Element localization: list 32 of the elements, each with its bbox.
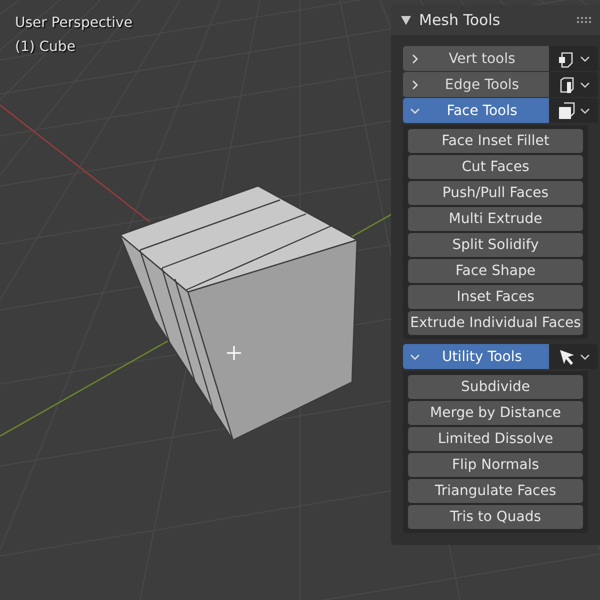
tool-button[interactable]: Inset Faces: [408, 285, 583, 309]
dropdown-caret-icon[interactable]: [580, 106, 590, 114]
tool-button[interactable]: Face Shape: [408, 259, 583, 283]
dropdown-caret-icon[interactable]: [580, 54, 590, 62]
dropdown-caret-icon[interactable]: [580, 352, 590, 360]
edge-select-icon[interactable]: [558, 76, 576, 94]
tool-button[interactable]: Face Inset Fillet: [408, 129, 583, 153]
tool-button[interactable]: Limited Dissolve: [408, 427, 583, 451]
tool-button[interactable]: Split Solidify: [408, 233, 583, 257]
tool-button[interactable]: Cut Faces: [408, 155, 583, 179]
tool-button[interactable]: Multi Extrude: [408, 207, 583, 231]
cursor-arrow-icon[interactable]: [558, 348, 576, 366]
tool-button[interactable]: Push/Pull Faces: [408, 181, 583, 205]
section-header[interactable]: Face Tools: [403, 98, 549, 123]
face-select-icon[interactable]: [558, 102, 576, 120]
tool-button[interactable]: Subdivide: [408, 375, 583, 399]
object-name: (1) Cube: [15, 39, 76, 55]
tool-button[interactable]: Triangulate Faces: [408, 479, 583, 503]
vertex-select-icon[interactable]: [558, 50, 576, 68]
section-header[interactable]: Utility Tools: [403, 344, 549, 369]
drag-grip-icon[interactable]: [576, 16, 592, 24]
crosshair-cursor-icon: [227, 346, 241, 360]
tool-button[interactable]: Flip Normals: [408, 453, 583, 477]
collapse-triangle-icon[interactable]: [401, 16, 411, 24]
section-header[interactable]: Vert tools: [403, 46, 549, 71]
tool-button[interactable]: Extrude Individual Faces: [408, 311, 583, 335]
view-name: User Perspective: [15, 15, 132, 31]
panel-title: Mesh Tools: [419, 11, 502, 29]
section-header[interactable]: Edge Tools: [403, 72, 549, 97]
tool-button[interactable]: Tris to Quads: [408, 505, 583, 529]
dropdown-caret-icon[interactable]: [580, 80, 590, 88]
tool-button[interactable]: Merge by Distance: [408, 401, 583, 425]
